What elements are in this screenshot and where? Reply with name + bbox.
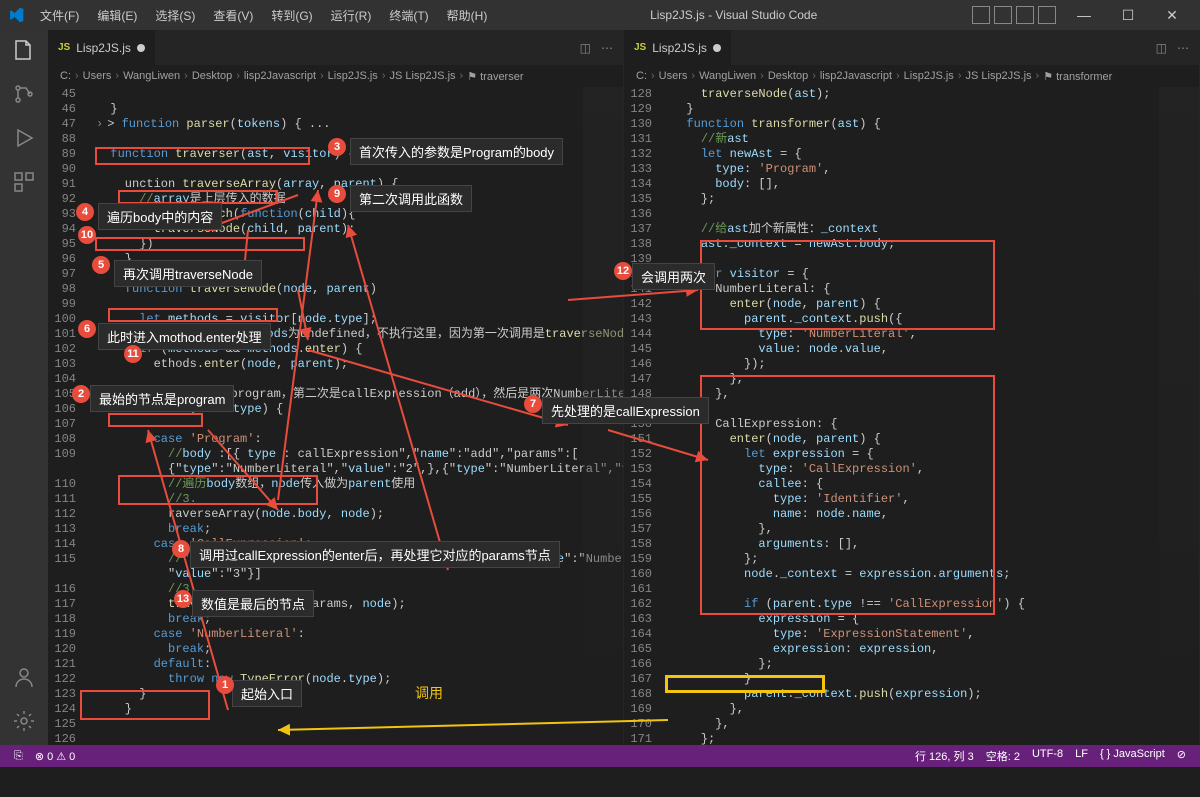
status-item[interactable]: ⊘ [1171, 748, 1192, 764]
code-area-right[interactable]: 1281291301311321331341351361371381391401… [624, 87, 1199, 745]
activity-bar [0, 30, 48, 745]
menu-item[interactable]: 编辑(E) [89, 3, 145, 28]
more-actions-icon[interactable]: ⋯ [1177, 41, 1189, 55]
minimize-button[interactable]: — [1064, 7, 1104, 23]
status-item[interactable]: { } JavaScript [1094, 748, 1171, 764]
status-bar: ⎘ ⊗ 0 ⚠ 0 行 126, 列 3空格: 2UTF-8LF{ } Java… [0, 745, 1200, 767]
annotation-label: 最始的节点是program [90, 385, 234, 412]
source-control-icon[interactable] [12, 82, 36, 106]
status-problems[interactable]: ⊗ 0 ⚠ 0 [29, 750, 81, 763]
annotation-label: 调用过callExpression的enter后，再处理它对应的params节点 [190, 541, 560, 568]
dirty-indicator-icon [137, 44, 145, 52]
status-item[interactable]: 行 126, 列 3 [909, 748, 980, 764]
annotation-label: 遍历body中的内容 [98, 203, 222, 230]
status-item[interactable]: 空格: 2 [980, 748, 1026, 764]
explorer-icon[interactable] [12, 38, 36, 62]
menu-item[interactable]: 文件(F) [32, 3, 87, 28]
annotation-label: 起始入口 [232, 680, 302, 707]
status-item[interactable]: UTF-8 [1026, 748, 1069, 764]
status-item[interactable]: LF [1069, 748, 1094, 764]
dirty-indicator-icon [713, 44, 721, 52]
close-button[interactable]: ✕ [1152, 7, 1192, 24]
annotation-label: 先处理的是callExpression [542, 397, 709, 424]
annotation-label: 会调用两次 [632, 263, 715, 290]
menu-item[interactable]: 帮助(H) [439, 3, 496, 28]
annotation-label: 再次调用traverseNode [114, 260, 262, 287]
account-icon[interactable] [12, 665, 36, 689]
extensions-icon[interactable] [12, 170, 36, 194]
maximize-button[interactable]: ☐ [1108, 7, 1148, 24]
menu-item[interactable]: 选择(S) [147, 3, 203, 28]
minimap-right[interactable] [1159, 87, 1199, 745]
split-editor-icon[interactable]: ◫ [1156, 41, 1167, 55]
titlebar: 文件(F)编辑(E)选择(S)查看(V)转到(G)运行(R)终端(T)帮助(H)… [0, 0, 1200, 30]
menu-item[interactable]: 转到(G) [263, 3, 320, 28]
menu-bar: 文件(F)编辑(E)选择(S)查看(V)转到(G)运行(R)终端(T)帮助(H) [32, 3, 495, 28]
status-remote[interactable]: ⎘ [8, 750, 29, 763]
run-debug-icon[interactable] [12, 126, 36, 150]
vscode-logo-icon [8, 7, 24, 23]
more-actions-icon[interactable]: ⋯ [601, 41, 613, 55]
menu-item[interactable]: 运行(R) [323, 3, 380, 28]
js-file-icon: JS [634, 42, 646, 53]
annotation-label: 首次传入的参数是Program的body [350, 138, 563, 165]
tab-label: Lisp2JS.js [76, 41, 131, 55]
tab-lisp2js-right[interactable]: JS Lisp2JS.js [624, 30, 732, 65]
breadcrumb-left[interactable]: C:›Users›WangLiwen›Desktop›lisp2Javascri… [48, 65, 623, 87]
split-editor-icon[interactable]: ◫ [580, 41, 591, 55]
settings-icon[interactable] [12, 709, 36, 733]
layout-buttons[interactable] [972, 6, 1056, 24]
window-title: Lisp2JS.js - Visual Studio Code [495, 8, 972, 22]
js-file-icon: JS [58, 42, 70, 53]
tab-label: Lisp2JS.js [652, 41, 707, 55]
annotation-label: 第二次调用此函数 [350, 185, 472, 212]
menu-item[interactable]: 终端(T) [381, 3, 436, 28]
breadcrumb-right[interactable]: C:›Users›WangLiwen›Desktop›lisp2Javascri… [624, 65, 1199, 87]
editor-pane-right: JS Lisp2JS.js ◫ ⋯ C:›Users›WangLiwen›Des… [624, 30, 1200, 745]
menu-item[interactable]: 查看(V) [205, 3, 261, 28]
annotation-label: 数值是最后的节点 [192, 590, 314, 617]
tab-lisp2js-left[interactable]: JS Lisp2JS.js [48, 30, 156, 65]
annotation-label: 此时进入mothod.enter处理 [98, 323, 271, 350]
tabs-right: JS Lisp2JS.js ◫ ⋯ [624, 30, 1199, 65]
tabs-left: JS Lisp2JS.js ◫ ⋯ [48, 30, 623, 65]
